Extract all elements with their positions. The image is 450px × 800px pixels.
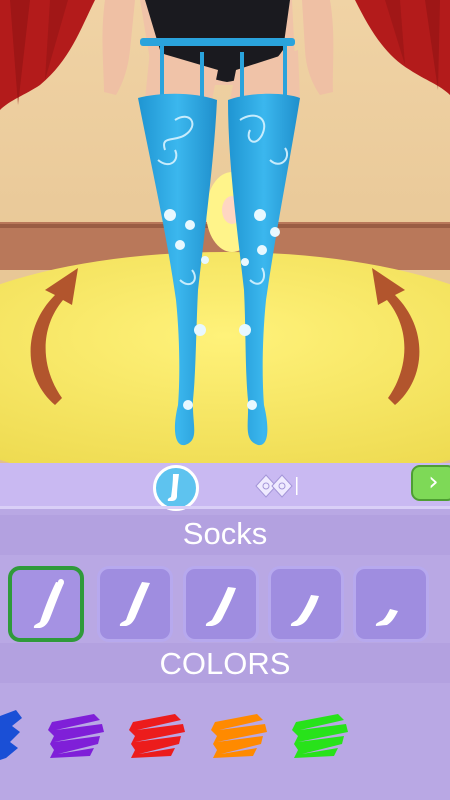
scene-canvas [0, 0, 450, 463]
thigh-high-sock-icon [33, 579, 64, 628]
category-title: Socks [182, 516, 268, 551]
sock-icon [167, 474, 179, 501]
sock-style-slot[interactable] [353, 566, 429, 642]
chevron-right-icon: › [428, 467, 439, 497]
color-swatch-blue[interactable] [0, 708, 24, 762]
character-preview [0, 0, 450, 463]
editor-panel: › Socks COLORS [0, 463, 450, 800]
ankle-sock-icon [375, 609, 398, 626]
socks-tab[interactable] [153, 465, 199, 511]
category-tab-bar: › [0, 463, 450, 511]
colors-title: COLORS [159, 646, 291, 681]
color-swatch-purple[interactable] [46, 708, 106, 762]
color-swatch-orange[interactable] [209, 708, 269, 762]
color-swatch-red[interactable] [127, 708, 187, 762]
sock-style-slot[interactable] [268, 566, 344, 642]
sock-style-slot[interactable] [97, 566, 173, 642]
color-swatch-green[interactable] [290, 708, 350, 762]
lace-pattern-icon[interactable] [250, 471, 298, 501]
knee-sock-icon [205, 587, 236, 626]
sock-style-slot[interactable] [183, 566, 259, 642]
next-button[interactable]: › [411, 465, 450, 501]
thigh-high-sock-icon [119, 582, 150, 626]
calf-sock-icon [290, 595, 319, 626]
tab-divider [0, 506, 450, 509]
sock-style-slot[interactable] [8, 566, 84, 642]
